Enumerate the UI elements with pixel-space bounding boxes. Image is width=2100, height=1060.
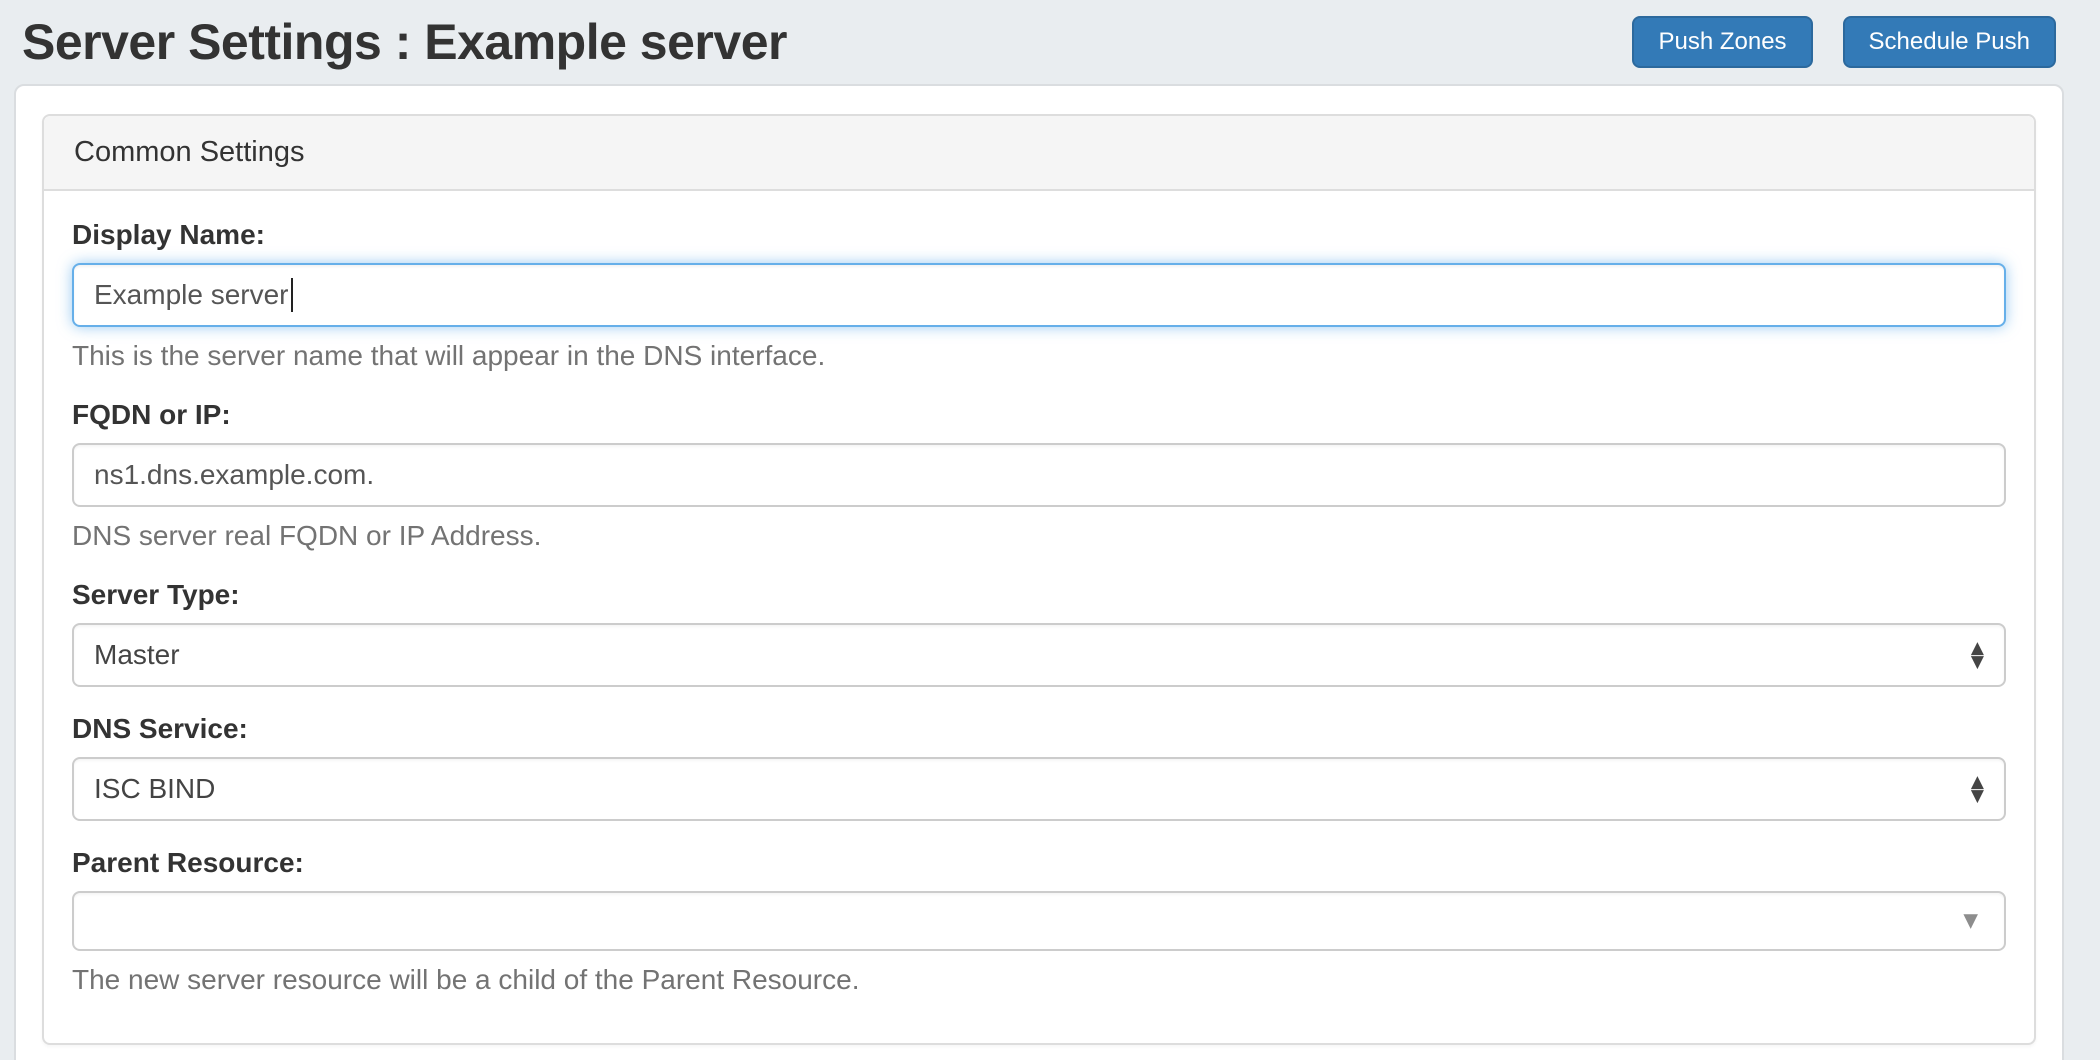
panel-heading: Common Settings (44, 116, 2034, 191)
common-settings-panel: Common Settings Display Name: Example se… (42, 114, 2036, 1045)
server-type-label: Server Type: (72, 578, 240, 610)
display-name-field-group: Display Name: Example server This is the… (72, 219, 2006, 373)
fqdn-input[interactable]: ns1.dns.example.com. (72, 442, 2006, 507)
fqdn-value: ns1.dns.example.com. (94, 458, 375, 490)
parent-resource-field-group: Parent Resource: ▼ The new server resour… (72, 847, 2006, 997)
server-type-select[interactable]: Master ▲ ▼ (72, 622, 2006, 687)
fqdn-field-group: FQDN or IP: ns1.dns.example.com. DNS ser… (72, 399, 2006, 553)
fqdn-label: FQDN or IP: (72, 398, 231, 430)
select-up-down-arrows-icon: ▲ ▼ (1970, 639, 1984, 672)
server-type-value: Master (94, 638, 180, 670)
display-name-value: Example server (94, 279, 289, 311)
select-up-down-arrows-icon: ▲ ▼ (1970, 773, 1984, 806)
display-name-label: Display Name: (72, 219, 265, 250)
topbar-actions: Push Zones Schedule Push (1632, 16, 2056, 68)
panel-body: Display Name: Example server This is the… (44, 191, 2034, 1043)
parent-resource-dropdown[interactable]: ▼ (72, 891, 2006, 952)
dns-service-select[interactable]: ISC BIND ▲ ▼ (72, 756, 2006, 821)
content-container: Common Settings Display Name: Example se… (14, 84, 2064, 1060)
dropdown-arrow-icon: ▼ (1963, 909, 1978, 932)
page-title: Server Settings : Example server (22, 14, 787, 70)
text-cursor-caret (290, 278, 293, 313)
dns-service-value: ISC BIND (94, 772, 216, 804)
dns-service-label: DNS Service: (72, 712, 248, 744)
server-type-field-group: Server Type: Master ▲ ▼ (72, 579, 2006, 687)
parent-resource-help-text: The new server resource will be a child … (72, 964, 860, 996)
down-arrow-icon: ▼ (1970, 651, 1984, 672)
topbar: Server Settings : Example server Push Zo… (0, 0, 2100, 84)
schedule-push-button[interactable]: Schedule Push (1842, 16, 2056, 68)
display-name-input[interactable]: Example server (72, 263, 2006, 328)
fqdn-help-text: DNS server real FQDN or IP Address. (72, 519, 542, 551)
dns-service-field-group: DNS Service: ISC BIND ▲ ▼ (72, 713, 2006, 821)
down-arrow-icon: ▼ (1970, 785, 1984, 806)
parent-resource-label: Parent Resource: (72, 846, 304, 878)
display-name-help-text: This is the server name that will appear… (72, 340, 826, 372)
push-zones-button[interactable]: Push Zones (1632, 16, 1813, 68)
